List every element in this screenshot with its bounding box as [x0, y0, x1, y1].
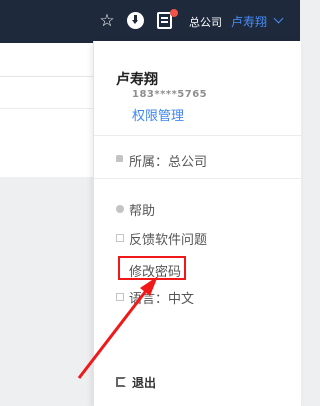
menu-divider: [94, 178, 301, 179]
chevron-down-icon[interactable]: [273, 13, 284, 24]
user-phone: 183****5765: [132, 89, 208, 100]
logout-button[interactable]: 退出: [132, 374, 156, 391]
company-name: 总公司: [189, 16, 222, 29]
star-icon[interactable]: ☆: [97, 11, 117, 31]
menu-item-feedback[interactable]: 反馈软件问题: [129, 229, 207, 248]
menu-item-help[interactable]: 帮助: [129, 200, 155, 219]
content-area: [0, 43, 95, 177]
menu-divider: [94, 135, 301, 136]
download-icon[interactable]: [127, 12, 144, 29]
user-dropdown-menu: 卢寿翔 183****5765 权限管理 所属：总公司 帮助 反馈软件问题 修改…: [93, 41, 301, 406]
highlight-box: [118, 256, 186, 280]
dropdown-username: 卢寿翔: [116, 72, 158, 88]
organization-label: 所属：总公司: [129, 155, 208, 170]
help-icon: [116, 205, 124, 213]
feedback-icon: [116, 234, 124, 242]
content-divider: [0, 108, 95, 109]
user-menu-trigger[interactable]: 卢寿翔: [231, 13, 267, 30]
menu-item-language[interactable]: 语言：中文: [129, 288, 194, 307]
top-navigation-bar: ☆ 总公司 卢寿翔: [0, 0, 300, 43]
logout-icon: [116, 377, 126, 387]
permission-management-link[interactable]: 权限管理: [132, 105, 184, 124]
language-icon: [116, 293, 124, 301]
organization-icon: [116, 155, 123, 162]
content-divider: [0, 76, 95, 77]
notification-dot: [170, 9, 178, 17]
